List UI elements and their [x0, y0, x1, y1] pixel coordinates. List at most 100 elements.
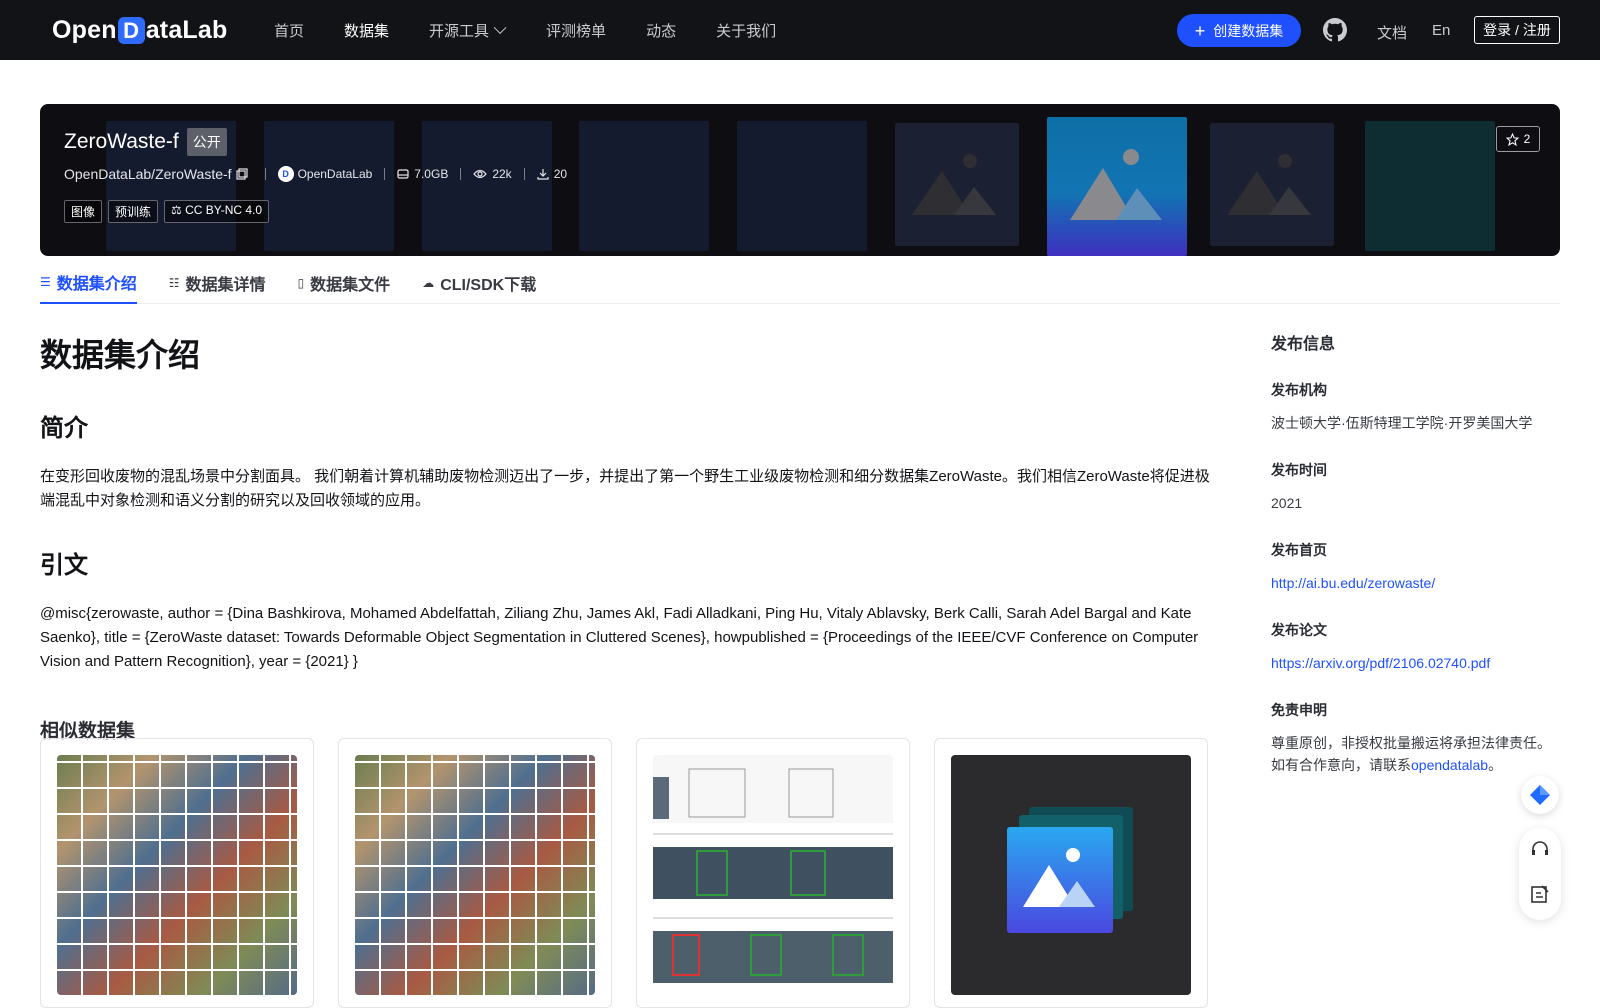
dataset-cover-image [653, 755, 893, 995]
disclaimer-text: 尊重原创，非授权批量搬运将承担法律责任。如有合作意向，请联系opendatala… [1271, 732, 1561, 776]
github-icon[interactable] [1323, 18, 1347, 42]
assistant-diamond-icon [1530, 785, 1550, 805]
top-navbar: Open D ataLab 首页 数据集 开源工具 评测榜单 动态 关于我们 +… [0, 0, 1600, 60]
language-switch[interactable]: En [1432, 22, 1450, 39]
nav-datasets[interactable]: 数据集 [344, 20, 389, 41]
scale-icon: ⚖ [171, 203, 186, 217]
eye-icon [473, 169, 488, 179]
assistant-float-button[interactable] [1521, 776, 1559, 814]
dataset-org[interactable]: D OpenDataLab [277, 166, 373, 182]
citation-heading: 引文 [40, 552, 88, 579]
dataset-banner: ZeroWaste-f 公开 OpenDataLab/ZeroWaste-f D… [40, 104, 1560, 256]
contact-link[interactable]: opendatalab [1411, 757, 1488, 773]
tab-files[interactable]: ▯ 数据集文件 [298, 262, 391, 304]
release-homepage-label: 发布首页 [1271, 542, 1327, 558]
page-title: 数据集介绍 [40, 337, 201, 373]
dataset-tags: 图像 预训练 ⚖ CC BY-NC 4.0 [64, 200, 275, 223]
disclaimer-label: 免责申明 [1271, 702, 1327, 718]
tab-cli-sdk[interactable]: ☁ CLI/SDK下载 [422, 262, 536, 304]
tab-intro-label: 数据集介绍 [56, 276, 137, 293]
similar-dataset-card[interactable] [338, 738, 612, 1008]
copy-icon[interactable] [235, 168, 248, 180]
main-nav: 首页 数据集 开源工具 评测榜单 动态 关于我们 [274, 0, 816, 60]
tab-intro[interactable]: ☰ 数据集介绍 [40, 262, 137, 304]
release-time-value: 2021 [1271, 495, 1303, 511]
visibility-badge: 公开 [186, 128, 227, 156]
plus-icon: + [1194, 20, 1206, 41]
org-avatar-icon: D [277, 166, 294, 182]
logo-text-atalab: ataLab [145, 15, 228, 44]
banner-thumbnail [737, 121, 867, 251]
logo-text-open: Open [52, 15, 117, 44]
banner-thumbnail-placeholder [895, 123, 1019, 246]
chevron-down-icon [493, 20, 507, 34]
nav-leaderboard[interactable]: 评测榜单 [546, 20, 606, 41]
storage-icon [397, 169, 409, 179]
image-placeholder-icon [912, 154, 996, 215]
tab-details-label: 数据集详情 [185, 277, 266, 294]
dataset-size-value: 7.0GB [414, 167, 449, 181]
cloud-download-icon: ☁ [422, 276, 435, 290]
release-info-heading: 发布信息 [1271, 336, 1336, 353]
tab-details[interactable]: ☷ 数据集详情 [169, 262, 266, 304]
license-tag[interactable]: ⚖ CC BY-NC 4.0 [164, 200, 270, 223]
main-content: 数据集介绍 简介 在变形回收废物的混乱场景中分割面具。 我们朝着计算机辅助废物检… [40, 320, 1210, 1008]
image-placeholder-icon [1070, 149, 1162, 220]
divider [523, 168, 525, 180]
login-register-button[interactable]: 登录 / 注册 [1474, 16, 1560, 44]
tag-pretrain[interactable]: 预训练 [108, 200, 159, 223]
release-paper-link[interactable]: https://arxiv.org/pdf/2106.02740.pdf [1271, 655, 1490, 671]
similar-dataset-card[interactable] [934, 738, 1208, 1008]
license-label: CC BY-NC 4.0 [185, 203, 263, 217]
release-info-panel: 发布信息 发布机构 波士顿大学·伍斯特理工学院·开罗美国大学 发布时间 2021… [1271, 330, 1561, 776]
nav-about[interactable]: 关于我们 [716, 20, 776, 41]
dataset-views: 22k [473, 167, 512, 181]
disclaimer-end: 。 [1488, 757, 1503, 773]
dataset-cover-placeholder [951, 755, 1191, 995]
dataset-downloads: 20 [537, 167, 567, 181]
similar-dataset-card[interactable] [40, 738, 314, 1008]
dataset-cover-image [355, 755, 595, 995]
banner-thumbnail [422, 121, 552, 251]
docs-link[interactable]: 文档 [1377, 22, 1407, 43]
org-name: OpenDataLab [297, 167, 373, 181]
dataset-cover-image [57, 755, 297, 995]
nav-news-label: 动态 [646, 22, 677, 40]
intro-heading: 简介 [40, 415, 88, 442]
create-dataset-label: 创建数据集 [1213, 22, 1284, 39]
image-placeholder-icon [1007, 807, 1133, 933]
nav-tools-label: 开源工具 [429, 22, 490, 40]
banner-thumbnail [1365, 121, 1495, 251]
tag-image[interactable]: 图像 [64, 200, 103, 223]
opendatalab-logo[interactable]: Open D ataLab [52, 14, 227, 46]
logo-d-mark: D [117, 16, 145, 44]
divider [460, 168, 462, 180]
task-figure-image [653, 755, 893, 983]
image-placeholder-icon [1227, 154, 1311, 215]
citation-text: @misc{zerowaste, author = {Dina Bashkiro… [40, 605, 1199, 670]
nav-tools[interactable]: 开源工具 [429, 20, 507, 41]
floating-toolbar [1519, 828, 1561, 920]
banner-thumbnail [264, 121, 394, 251]
intro-text: 在变形回收废物的混乱场景中分割面具。 我们朝着计算机辅助废物检测迈出了一步，并提… [40, 468, 1210, 509]
star-count: 2 [1523, 132, 1531, 146]
release-time-label: 发布时间 [1271, 462, 1327, 478]
nav-news[interactable]: 动态 [646, 20, 676, 41]
dataset-downloads-value: 20 [553, 167, 568, 181]
release-org-value: 波士顿大学·伍斯特理工学院·开罗美国大学 [1271, 415, 1533, 431]
nav-about-label: 关于我们 [716, 22, 777, 40]
similar-dataset-card[interactable] [636, 738, 910, 1008]
release-paper-label: 发布论文 [1271, 622, 1327, 638]
divider [264, 168, 266, 180]
star-button[interactable]: 2 [1496, 126, 1540, 152]
similar-datasets-list [40, 738, 1232, 1008]
tab-cli-sdk-label: CLI/SDK下载 [440, 277, 537, 294]
nav-home[interactable]: 首页 [274, 20, 304, 41]
feedback-icon[interactable] [1530, 884, 1550, 904]
tab-files-label: 数据集文件 [310, 277, 391, 294]
release-org-label: 发布机构 [1271, 382, 1327, 398]
create-dataset-button[interactable]: + 创建数据集 [1177, 14, 1301, 47]
customer-service-icon[interactable] [1530, 840, 1550, 860]
list-icon: ☷ [168, 276, 180, 290]
release-homepage-link[interactable]: http://ai.bu.edu/zerowaste/ [1271, 575, 1435, 591]
